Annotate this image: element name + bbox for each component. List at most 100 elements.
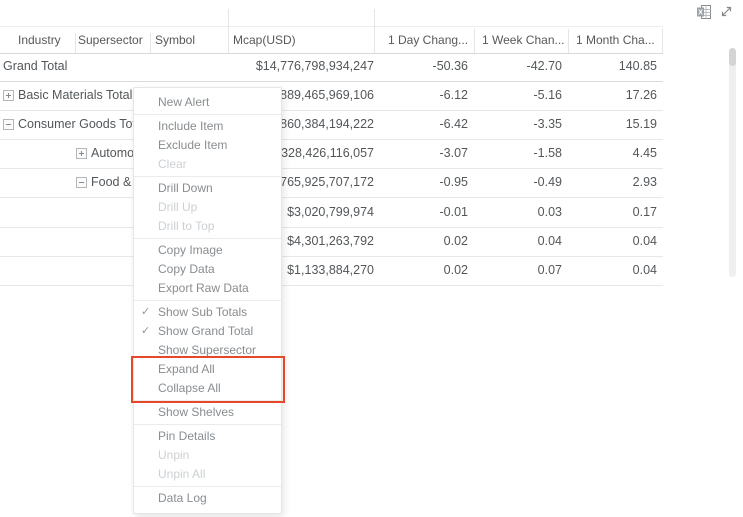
table-row[interactable]: Automo$328,426,116,057-3.07-1.584.45 [0,139,663,169]
menu-item-label: Unpin All [158,467,205,481]
mcap-cell: $14,776,798,934,247 [228,52,374,81]
week-change-cell: 0.07 [474,256,562,285]
menu-item-show-grand-total[interactable]: ✓Show Grand Total [134,322,281,341]
menu-item-label: Show Sub Totals [158,305,247,319]
column-header[interactable]: Industry [18,27,74,53]
month-change-cell: 15.19 [568,110,657,139]
month-change-cell: 140.85 [568,52,657,81]
menu-item-show-supersector[interactable]: Show Supersector [134,341,281,360]
menu-item-label: Export Raw Data [158,281,249,295]
context-menu: New Alert Include Item Exclude Item Clear Dr… [133,87,282,514]
month-change-cell: 0.04 [568,227,657,256]
day-change-cell: -6.12 [374,81,468,110]
menu-separator [134,424,281,425]
table-row[interactable]: Consumer Goods Total$1,860,384,194,222-6… [0,110,663,140]
menu-item-clear: Clear [134,155,281,174]
table-row[interactable]: Basic Materials Total$889,465,969,106-6.… [0,81,663,111]
vertical-scrollbar[interactable] [729,48,736,277]
column-separator [374,9,375,53]
column-header[interactable]: Supersector [78,27,148,53]
week-change-cell: -5.16 [474,81,562,110]
table-row[interactable]: Grand Total$14,776,798,934,247-50.36-42.… [0,52,663,82]
menu-item-data-log[interactable]: Data Log [134,489,281,508]
column-separator [228,9,229,53]
month-change-cell: 0.17 [568,198,657,227]
expand-icon[interactable] [76,148,87,159]
menu-item-label: New Alert [158,95,209,109]
menu-item-copy-image[interactable]: Copy Image [134,241,281,260]
menu-separator [134,300,281,301]
maximize-icon[interactable] [719,4,735,20]
table-row[interactable]: $1,133,884,2700.020.070.04 [0,256,663,286]
menu-item-drill-to-top: Drill to Top [134,217,281,236]
day-change-cell: -6.42 [374,110,468,139]
column-separator [662,29,663,53]
menu-item-label: Clear [158,157,187,171]
table-row[interactable]: $4,301,263,7920.020.040.04 [0,227,663,257]
table-row[interactable]: $3,020,799,974-0.010.030.17 [0,198,663,228]
month-change-cell: 2.93 [568,168,657,197]
day-change-cell: 0.02 [374,227,468,256]
menu-item-expand-all[interactable]: Expand All [134,360,281,379]
scrollbar-thumb[interactable] [729,48,736,66]
column-header[interactable]: 1 Day Chang... [388,27,472,53]
menu-item-export-raw-data[interactable]: Export Raw Data [134,279,281,298]
week-change-cell: -3.35 [474,110,562,139]
menu-item-label: Expand All [158,362,215,376]
column-separator [150,33,151,53]
column-separator [568,29,569,53]
svg-text:X: X [698,7,703,16]
menu-item-new-alert[interactable]: New Alert [134,93,281,112]
collapse-icon[interactable] [76,177,87,188]
menu-item-include-item[interactable]: Include Item [134,117,281,136]
menu-separator [134,114,281,115]
column-header[interactable]: 1 Week Chan... [482,27,566,53]
table-row[interactable]: Food & B$765,925,707,172-0.95-0.492.93 [0,168,663,198]
menu-item-pin-details[interactable]: Pin Details [134,427,281,446]
menu-item-label: Drill to Top [158,219,214,233]
menu-item-label: Show Grand Total [158,324,253,338]
menu-item-label: Include Item [158,119,223,133]
menu-item-show-shelves[interactable]: Show Shelves [134,403,281,422]
table-header-row: IndustrySupersector Symbol Mcap(USD) 1 Day … [0,26,663,54]
menu-item-drill-down[interactable]: Drill Down [134,179,281,198]
month-change-cell: 17.26 [568,81,657,110]
menu-item-label: Copy Image [158,243,223,257]
menu-item-drill-up: Drill Up [134,198,281,217]
checkmark-icon: ✓ [141,322,155,341]
menu-item-label: Pin Details [158,429,215,443]
row-label: Consumer Goods Total [18,110,146,139]
menu-item-exclude-item[interactable]: Exclude Item [134,136,281,155]
week-change-cell: -1.58 [474,139,562,168]
day-change-cell: -3.07 [374,139,468,168]
menu-item-copy-data[interactable]: Copy Data [134,260,281,279]
menu-item-label: Drill Down [158,181,213,195]
menu-item-show-sub-totals[interactable]: ✓Show Sub Totals [134,303,281,322]
menu-item-collapse-all[interactable]: Collapse All [134,379,281,398]
day-change-cell: 0.02 [374,256,468,285]
month-change-cell: 4.45 [568,139,657,168]
menu-item-label: Collapse All [158,381,221,395]
column-header[interactable]: Symbol [155,27,225,53]
menu-separator [134,400,281,401]
collapse-icon[interactable] [3,119,14,130]
column-header[interactable]: 1 Month Cha... [576,27,661,53]
menu-separator [134,486,281,487]
week-change-cell: -42.70 [474,52,562,81]
excel-export-icon[interactable]: X [696,4,712,20]
menu-item-label: Unpin [158,448,189,462]
menu-item-label: Drill Up [158,200,197,214]
column-header[interactable]: Mcap(USD) [233,27,373,53]
day-change-cell: -50.36 [374,52,468,81]
menu-item-label: Show Shelves [158,405,234,419]
week-change-cell: -0.49 [474,168,562,197]
menu-item-label: Exclude Item [158,138,227,152]
menu-separator [134,238,281,239]
week-change-cell: 0.04 [474,227,562,256]
week-change-cell: 0.03 [474,198,562,227]
menu-item-unpin-all: Unpin All [134,465,281,484]
row-label: Basic Materials Total [18,81,132,110]
day-change-cell: -0.95 [374,168,468,197]
expand-icon[interactable] [3,90,14,101]
menu-item-unpin: Unpin [134,446,281,465]
